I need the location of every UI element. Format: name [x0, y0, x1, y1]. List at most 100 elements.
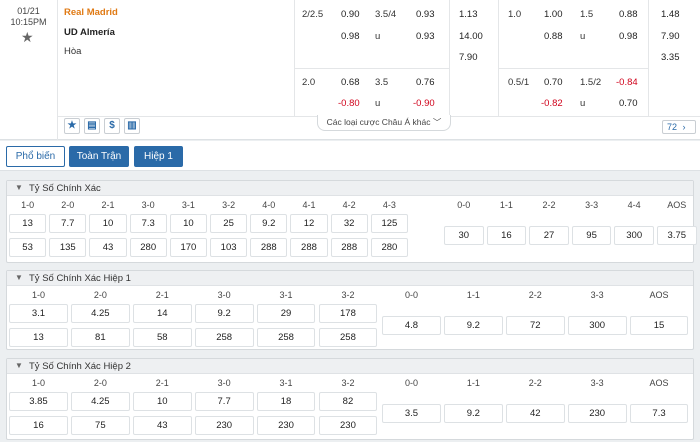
home-win-odds-cell[interactable]: 3.1 — [9, 304, 68, 323]
section-header[interactable]: ▼ Tỷ Số Chính Xác Hiệp 1 — [7, 271, 693, 286]
draw-odds-cell[interactable]: 3.75 — [657, 226, 697, 245]
scoreboard-icon[interactable]: ▤ — [84, 118, 100, 134]
ft-under-odds[interactable]: 0.93 — [416, 31, 435, 42]
ft-1x2-home[interactable]: 1.13 — [459, 9, 478, 20]
section-header[interactable]: ▼ Tỷ Số Chính Xác Hiệp 2 — [7, 359, 693, 374]
away-win-odds-cell[interactable]: 135 — [49, 238, 87, 257]
away-win-odds-cell[interactable]: 170 — [169, 238, 207, 257]
stats-icon[interactable]: ▥ — [124, 118, 140, 134]
home-win-odds-cell[interactable]: 25 — [210, 214, 248, 233]
away-win-odds-cell[interactable]: 43 — [132, 416, 192, 435]
ft-handicap-away-odds[interactable]: 0.98 — [341, 31, 360, 42]
section-header[interactable]: ▼ Tỷ Số Chính Xác — [7, 181, 693, 196]
away-win-odds-cell[interactable]: 75 — [70, 416, 130, 435]
home-win-odds-cell[interactable]: 10 — [132, 392, 192, 411]
away-win-odds-cell[interactable]: 280 — [129, 238, 167, 257]
tab-first-half[interactable]: Hiệp 1 — [134, 146, 183, 167]
ft-over2-odds[interactable]: 0.76 — [416, 77, 435, 88]
home-win-odds-cell[interactable]: 18 — [256, 392, 316, 411]
away-win-odds-cell[interactable]: 258 — [256, 328, 316, 347]
away-win-odds-cell[interactable]: 230 — [194, 416, 254, 435]
home-win-odds-cell[interactable]: 4.25 — [70, 392, 130, 411]
h1-under2-odds[interactable]: 0.70 — [619, 98, 638, 109]
home-win-odds-cell[interactable]: 10 — [89, 214, 127, 233]
away-win-odds-cell[interactable]: 13 — [9, 328, 68, 347]
draw-odds-cell[interactable]: 27 — [529, 226, 569, 245]
away-win-odds-cell[interactable]: 230 — [318, 416, 378, 435]
draw-odds-cell[interactable]: 72 — [505, 316, 565, 335]
ft-handicap2-away-odds[interactable]: -0.80 — [338, 98, 360, 109]
home-win-odds-cell[interactable]: 32 — [330, 214, 368, 233]
favorite-star-icon[interactable]: ★ — [21, 29, 34, 46]
market-count-badge[interactable]: 72 › — [662, 120, 696, 134]
away-win-odds-cell[interactable]: 103 — [210, 238, 248, 257]
star-icon[interactable]: ★ — [64, 118, 80, 134]
ft-1x2-away[interactable]: 14.00 — [459, 31, 483, 42]
home-win-odds-cell[interactable]: 13 — [9, 214, 47, 233]
home-win-odds-cell[interactable]: 4.25 — [70, 304, 130, 323]
draw-odds-cell[interactable]: 42 — [505, 404, 565, 423]
draw-odds-cell[interactable]: 15 — [629, 316, 689, 335]
draw-odds-cell[interactable]: 7.3 — [629, 404, 689, 423]
draw-odds-cell[interactable]: 300 — [567, 316, 627, 335]
home-win-odds-cell[interactable]: 7.7 — [194, 392, 254, 411]
h1-handicap2-away-odds[interactable]: -0.82 — [541, 98, 563, 109]
home-win-odds-cell[interactable]: 82 — [318, 392, 378, 411]
away-team[interactable]: UD Almería — [64, 27, 115, 38]
away-win-odds-cell[interactable]: 288 — [290, 238, 328, 257]
draw-odds-cell[interactable]: 30 — [444, 226, 484, 245]
home-win-odds-cell[interactable]: 29 — [256, 304, 316, 323]
h1-handicap-away-odds[interactable]: 0.88 — [544, 31, 563, 42]
home-win-odds-cell[interactable]: 178 — [318, 304, 378, 323]
h1-1x2-away[interactable]: 7.90 — [661, 31, 680, 42]
h1-1x2-draw[interactable]: 3.35 — [661, 52, 680, 63]
h1-handicap2-home-odds[interactable]: 0.70 — [544, 77, 563, 88]
collapse-caret-icon[interactable]: ▼ — [15, 183, 23, 192]
more-asian-bets-toggle[interactable]: Các loại cược Châu Á khác ﹀ — [317, 115, 451, 131]
away-win-odds-cell[interactable]: 53 — [9, 238, 47, 257]
home-win-odds-cell[interactable]: 10 — [169, 214, 207, 233]
tab-popular[interactable]: Phổ biến — [6, 146, 65, 167]
h1-over-odds[interactable]: 0.88 — [619, 9, 638, 20]
home-win-odds-cell[interactable]: 7.7 — [49, 214, 87, 233]
home-win-odds-cell[interactable]: 14 — [132, 304, 192, 323]
draw-odds-cell[interactable]: 3.5 — [382, 404, 441, 423]
collapse-caret-icon[interactable]: ▼ — [15, 273, 23, 282]
away-win-odds-cell[interactable]: 288 — [250, 238, 288, 257]
draw-odds-cell[interactable]: 9.2 — [443, 404, 503, 423]
draw-odds-cell[interactable]: 300 — [614, 226, 654, 245]
away-win-odds-cell[interactable]: 258 — [318, 328, 378, 347]
draw-odds-cell[interactable]: 230 — [567, 404, 627, 423]
away-win-odds-cell[interactable]: 58 — [132, 328, 192, 347]
collapse-caret-icon[interactable]: ▼ — [15, 361, 23, 370]
draw-odds-cell[interactable]: 95 — [571, 226, 612, 245]
away-win-odds-cell[interactable]: 16 — [9, 416, 68, 435]
h1-over2-odds[interactable]: -0.84 — [616, 77, 638, 88]
away-win-odds-cell[interactable]: 81 — [70, 328, 130, 347]
home-win-odds-cell[interactable]: 3.85 — [9, 392, 68, 411]
draw-odds-cell[interactable]: 16 — [486, 226, 527, 245]
draw-odds-cell[interactable]: 4.8 — [382, 316, 441, 335]
h1-1x2-home[interactable]: 1.48 — [661, 9, 680, 20]
home-win-odds-cell[interactable]: 125 — [370, 214, 408, 233]
ft-over-odds[interactable]: 0.93 — [416, 9, 435, 20]
ft-1x2-draw[interactable]: 7.90 — [459, 52, 478, 63]
h1-under-odds[interactable]: 0.98 — [619, 31, 638, 42]
dollar-icon[interactable]: $ — [104, 118, 120, 134]
away-win-odds-cell[interactable]: 43 — [89, 238, 127, 257]
away-win-odds-cell[interactable]: 258 — [194, 328, 254, 347]
ft-handicap-home-odds[interactable]: 0.90 — [341, 9, 360, 20]
h1-handicap-home-odds[interactable]: 1.00 — [544, 9, 563, 20]
away-win-odds-cell[interactable]: 288 — [330, 238, 368, 257]
home-win-odds-cell[interactable]: 7.3 — [129, 214, 167, 233]
home-team[interactable]: Real Madrid — [64, 7, 118, 18]
home-win-odds-cell[interactable]: 9.2 — [250, 214, 288, 233]
away-win-odds-cell[interactable]: 230 — [256, 416, 316, 435]
draw-odds-cell[interactable]: 9.2 — [443, 316, 503, 335]
ft-handicap2-home-odds[interactable]: 0.68 — [341, 77, 360, 88]
home-win-odds-cell[interactable]: 12 — [290, 214, 328, 233]
home-win-odds-cell[interactable]: 9.2 — [194, 304, 254, 323]
tab-full-time[interactable]: Toàn Trận — [69, 146, 129, 167]
ft-under2-odds[interactable]: -0.90 — [413, 98, 435, 109]
away-win-odds-cell[interactable]: 280 — [370, 238, 408, 257]
